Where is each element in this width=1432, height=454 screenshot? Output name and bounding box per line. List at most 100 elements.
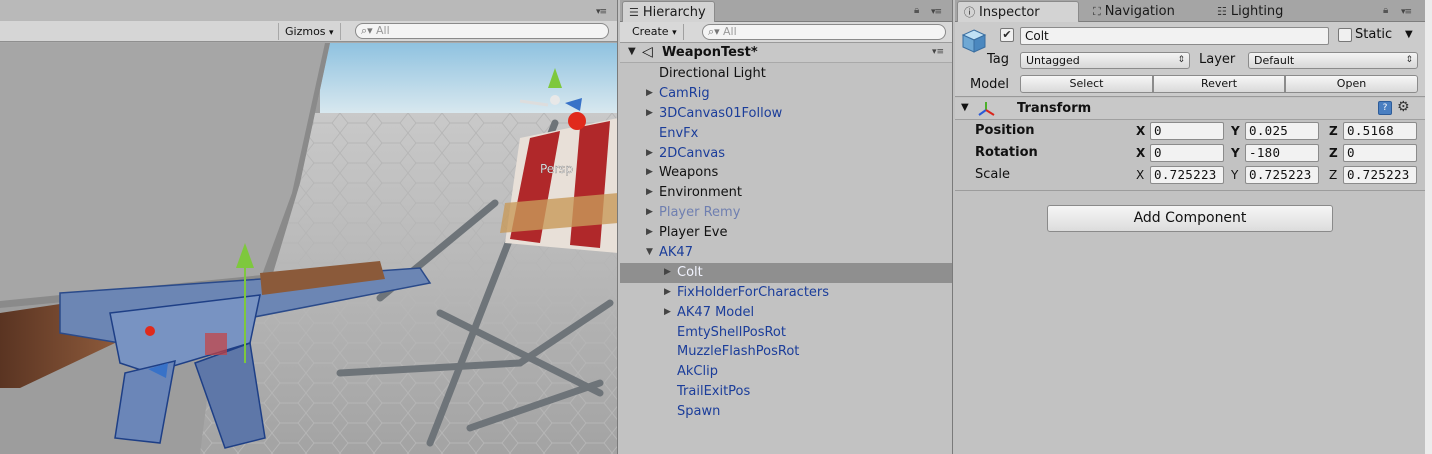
collapsed-arrow-icon[interactable]: ▶ [646, 84, 653, 104]
rotation-label[interactable]: Rotation [975, 145, 1038, 160]
hierarchy-item[interactable]: Spawn [620, 402, 952, 422]
model-label: Model [970, 77, 1010, 92]
transform-title: Transform [1017, 101, 1092, 116]
model-revert-button[interactable]: Revert [1153, 75, 1285, 93]
create-dropdown[interactable]: Create ▾ [626, 24, 684, 40]
rotation-z-axis-label[interactable]: Z [1329, 146, 1338, 160]
hierarchy-item[interactable]: ▶ Weapons [620, 163, 952, 183]
collapsed-arrow-icon[interactable]: ▶ [664, 303, 671, 323]
collapsed-arrow-icon[interactable]: ▶ [646, 183, 653, 203]
lock-icon[interactable]: 🔒︎ [1383, 5, 1388, 16]
scene-root-row[interactable]: ▼ ◁ WeaponTest* ▾≡ [620, 43, 952, 63]
unity-scene-icon: ◁ [642, 44, 653, 60]
position-x-axis-label[interactable]: X [1136, 124, 1145, 138]
scene-search-placeholder: All [376, 24, 390, 37]
collapsed-arrow-icon[interactable]: ▶ [646, 203, 653, 223]
collapsed-arrow-icon[interactable]: ▶ [646, 163, 653, 183]
layer-dropdown[interactable]: Default ⇕ [1248, 52, 1418, 69]
scale-y-axis-label[interactable]: Y [1231, 168, 1238, 182]
scene-menu-icon[interactable]: ▾≡ [932, 47, 944, 57]
hierarchy-item[interactable]: ▶ Player Remy [620, 203, 952, 223]
scale-z-field[interactable]: 0.725223 [1343, 166, 1417, 184]
search-icon: ⌕▾ [708, 25, 720, 38]
collapsed-arrow-icon[interactable]: ▶ [646, 223, 653, 243]
hierarchy-search-input[interactable]: ⌕▾ All [702, 24, 946, 40]
scale-x-axis-label[interactable]: X [1136, 168, 1144, 182]
scene-view[interactable]: ▾≡ Gizmos ▾ ⌕▾ All Persp [0, 0, 618, 454]
hierarchy-item[interactable]: ▶ AK47 Model [620, 303, 952, 323]
expanded-arrow-icon[interactable]: ▼ [961, 102, 969, 113]
lock-icon[interactable]: 🔒︎ [914, 5, 919, 16]
hierarchy-item[interactable]: EnvFx [620, 124, 952, 144]
rotation-y-axis-label[interactable]: Y [1231, 146, 1240, 160]
hierarchy-item-label: AK47 [659, 245, 693, 261]
position-y-axis-label[interactable]: Y [1231, 124, 1240, 138]
chevron-down-icon: ▾ [329, 28, 334, 38]
hierarchy-item-label: 3DCanvas01Follow [659, 105, 783, 121]
gizmos-dropdown[interactable]: Gizmos ▾ [278, 23, 341, 40]
scale-z-axis-label[interactable]: Z [1329, 168, 1337, 182]
scale-row: Scale X 0.725223 Y 0.725223 Z 0.725223 [955, 165, 1425, 185]
scene-name: WeaponTest* [662, 45, 758, 60]
tab-hierarchy-label: Hierarchy [642, 5, 706, 20]
position-y-field[interactable]: 0.025 [1245, 122, 1319, 140]
help-icon[interactable]: ? [1378, 101, 1392, 115]
scene-search-input[interactable]: ⌕▾ All [355, 23, 609, 39]
position-x-field[interactable]: 0 [1150, 122, 1224, 140]
model-open-button[interactable]: Open [1285, 75, 1418, 93]
static-checkbox[interactable] [1338, 28, 1352, 42]
search-icon: ⌕▾ [361, 24, 373, 37]
rotation-y-field[interactable]: -180 [1245, 144, 1319, 162]
rotation-x-field[interactable]: 0 [1150, 144, 1224, 162]
hierarchy-item[interactable]: EmtyShellPosRot [620, 323, 952, 343]
static-dropdown-icon[interactable]: ▼ [1405, 29, 1413, 40]
scale-y-field[interactable]: 0.725223 [1245, 166, 1319, 184]
collapsed-arrow-icon[interactable]: ▶ [664, 263, 671, 283]
hierarchy-item[interactable]: ▶ CamRig [620, 84, 952, 104]
expanded-arrow-icon[interactable]: ▼ [628, 46, 636, 57]
tab-inspector[interactable]: ⓘ Inspector [957, 1, 1079, 22]
add-component-button[interactable]: Add Component [1047, 205, 1333, 232]
prefab-cube-icon [961, 29, 987, 53]
tab-navigation-label: Navigation [1104, 4, 1175, 19]
model-select-button[interactable]: Select [1020, 75, 1153, 93]
panel-menu-icon[interactable]: ▾≡ [1401, 7, 1412, 17]
hierarchy-item[interactable]: MuzzleFlashPosRot [620, 342, 952, 362]
hierarchy-search-placeholder: All [723, 25, 737, 38]
hierarchy-item[interactable]: ▶ Environment [620, 183, 952, 203]
scale-label[interactable]: Scale [975, 167, 1010, 182]
transform-component-header[interactable]: ▼ Transform ? ⚙ [955, 98, 1425, 120]
tab-hierarchy[interactable]: ☰ Hierarchy [622, 1, 715, 22]
hierarchy-item[interactable]: ▶ Colt [620, 262, 952, 283]
hierarchy-item-label: CamRig [659, 85, 710, 101]
rotation-z-field[interactable]: 0 [1343, 144, 1417, 162]
position-z-field[interactable]: 0.5168 [1343, 122, 1417, 140]
collapsed-arrow-icon[interactable]: ▶ [646, 104, 653, 124]
collapsed-arrow-icon[interactable]: ▶ [646, 144, 653, 164]
scene-viewport[interactable]: Persp [0, 43, 618, 454]
position-label[interactable]: Position [975, 123, 1035, 138]
panel-menu-icon[interactable]: ▾≡ [931, 7, 942, 17]
tag-dropdown[interactable]: Untagged ⇕ [1020, 52, 1190, 69]
hierarchy-item[interactable]: TrailExitPos [620, 382, 952, 402]
hierarchy-item[interactable]: AkClip [620, 362, 952, 382]
active-checkbox[interactable]: ✔ [1000, 28, 1014, 42]
rotation-x-axis-label[interactable]: X [1136, 146, 1145, 160]
hierarchy-item[interactable]: ▶ Player Eve [620, 223, 952, 243]
navigation-icon: ⛶ [1093, 5, 1101, 18]
tab-lighting[interactable]: ☷ Lighting [1211, 1, 1291, 22]
object-name-field[interactable]: Colt [1020, 27, 1329, 45]
hierarchy-item[interactable]: Directional Light [620, 64, 952, 84]
tab-navigation[interactable]: ⛶ Navigation [1087, 1, 1183, 22]
scale-x-field[interactable]: 0.725223 [1150, 166, 1224, 184]
gear-icon[interactable]: ⚙ [1397, 99, 1410, 115]
hierarchy-item[interactable]: ▶ 2DCanvas [620, 144, 952, 164]
camera-mode-label[interactable]: Persp [540, 162, 573, 176]
position-z-axis-label[interactable]: Z [1329, 124, 1338, 138]
collapsed-arrow-icon[interactable]: ▶ [664, 283, 671, 303]
panel-menu-icon[interactable]: ▾≡ [596, 7, 607, 17]
hierarchy-item[interactable]: ▼ AK47 [620, 243, 952, 263]
hierarchy-item[interactable]: ▶ FixHolderForCharacters [620, 283, 952, 303]
hierarchy-item[interactable]: ▶ 3DCanvas01Follow [620, 104, 952, 124]
expanded-arrow-icon[interactable]: ▼ [646, 243, 653, 263]
